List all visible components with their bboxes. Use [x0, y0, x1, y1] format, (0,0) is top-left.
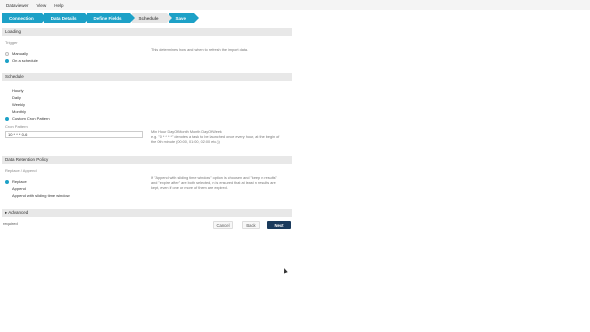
trigger-label: Trigger	[5, 40, 18, 45]
step-connection[interactable]: Connection	[2, 13, 47, 23]
radio-replace[interactable]: Replace	[5, 179, 27, 184]
advanced-toggle[interactable]: ▸ Advanced	[2, 209, 292, 217]
schedule-form: Loading Trigger Manually On a schedule T…	[2, 28, 292, 233]
step-data-details[interactable]: Data Details	[43, 13, 90, 23]
back-button[interactable]: Back	[242, 221, 260, 229]
menu-view[interactable]: View	[37, 3, 47, 8]
next-button[interactable]: Next	[267, 221, 291, 229]
radio-selected-icon	[5, 58, 9, 63]
schedule-section-header: Schedule	[2, 73, 292, 81]
step-schedule[interactable]: Schedule	[131, 13, 172, 23]
step-define-fields[interactable]: Define Fields	[86, 13, 135, 23]
loading-hint: This determines how and when to refresh …	[151, 48, 249, 52]
radio-selected-icon	[5, 179, 9, 184]
retention-hint-line3: kept, even if one or more of them are ex…	[151, 186, 228, 190]
retention-section-header: Data Retention Policy	[2, 156, 292, 164]
cron-hint-line3: the 0th minute (00:00, 01:00, 02:00 etc.…	[151, 140, 220, 144]
radio-on-schedule[interactable]: On a schedule	[5, 58, 38, 63]
loading-section-header: Loading	[2, 28, 292, 36]
advanced-label: Advanced	[8, 210, 29, 215]
cron-pattern-label: Cron Pattern	[5, 124, 28, 129]
radio-daily[interactable]: Daily	[5, 95, 21, 100]
radio-manually[interactable]: Manually	[5, 51, 28, 56]
radio-hourly[interactable]: Hourly	[5, 88, 24, 93]
required-note: required	[3, 221, 18, 226]
menu-dataviewer[interactable]: Dataviewer	[6, 3, 29, 8]
chevron-right-icon: ▸	[5, 210, 8, 215]
wizard-steps: Connection Data Details Define Fields Sc…	[2, 13, 200, 23]
radio-append-sliding[interactable]: Append with sliding time window	[5, 193, 70, 198]
replace-append-label: Replace / Append	[5, 168, 37, 173]
mouse-cursor-icon	[282, 267, 288, 274]
menu-help[interactable]: Help	[54, 3, 63, 8]
menu-bar: Dataviewer View Help	[0, 0, 590, 10]
radio-weekly[interactable]: Weekly	[5, 102, 25, 107]
cancel-button[interactable]: Cancel	[213, 221, 233, 229]
radio-icon	[5, 51, 9, 56]
radio-append[interactable]: Append	[5, 186, 26, 191]
radio-custom-cron[interactable]: Custom Cron Pattern	[5, 116, 50, 121]
cron-pattern-input[interactable]: 10 * * * 0-6	[5, 131, 143, 138]
radio-monthly[interactable]: Monthly	[5, 109, 26, 114]
radio-selected-icon	[5, 116, 9, 121]
step-save[interactable]: Save	[168, 13, 200, 23]
